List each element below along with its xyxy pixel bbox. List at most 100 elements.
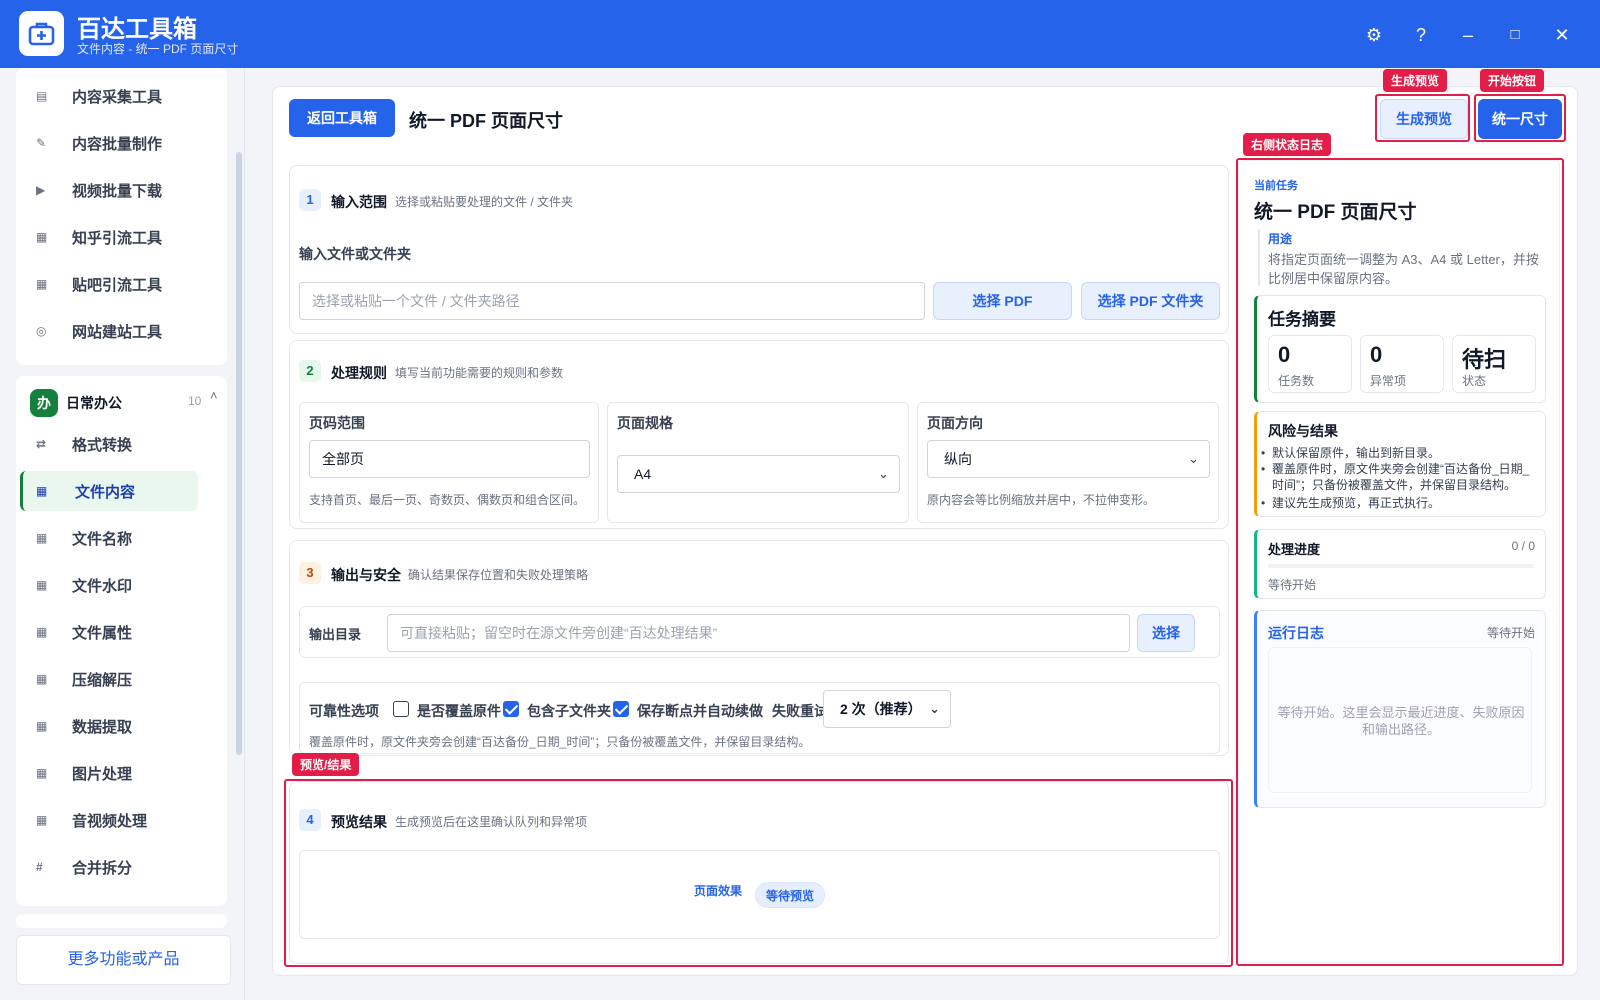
page-size-value: A4 [634,466,652,482]
section-number: 4 [299,809,321,831]
help-icon[interactable]: ? [1406,20,1436,50]
stat-value: 待扫 [1462,347,1507,372]
resume-label[interactable]: 保存断点并自动续做 [637,701,763,721]
risk-item: 覆盖原件时，原文件夹旁会创建“百达备份_日期_时间”；只备份被覆盖文件，并保留目… [1261,461,1532,493]
form-icon: ▤ [36,89,48,103]
back-to-toolbox-button[interactable]: 返回工具箱 [289,99,395,137]
sidebar-item-label: 内容批量制作 [72,135,163,153]
sidebar-item[interactable]: ▦ 文件水印 [20,565,198,605]
section-title: 输出与安全 [331,567,401,583]
risk-item: 建议先生成预览，再正式执行。 [1261,495,1532,511]
app-logo-icon [19,11,64,56]
stat-label: 异常项 [1370,374,1407,388]
grid-icon: ▦ [36,625,48,639]
retry-label: 失败重试 [772,703,828,719]
more-products-button[interactable]: 更多功能或产品 [16,935,231,985]
grid-icon: ▦ [36,531,48,545]
section-number: 1 [299,189,321,211]
page-title: 统一 PDF 页面尺寸 [409,111,564,131]
input-field-label: 输入文件或文件夹 [299,246,411,262]
progress-count: 0 / 0 [1511,539,1535,553]
stat-value: 0 [1370,342,1383,367]
sidebar-item[interactable]: ⇄ 格式转换 [20,424,198,464]
doc-icon: ▦ [36,230,48,244]
collapse-chevron-icon[interactable]: ˄ [210,388,218,403]
sidebar-scrollbar-thumb[interactable] [236,152,242,755]
sidebar-group-collapsed [16,914,227,928]
run-log-title: 运行日志 [1268,625,1324,641]
run-log-status: 等待开始 [1486,626,1535,640]
overwrite-label[interactable]: 是否覆盖原件 [417,701,501,721]
pencil-icon: ✎ [36,136,47,150]
generate-preview-button[interactable]: 生成预览 [1380,99,1468,139]
select-pdf-button[interactable]: 选择 PDF [933,282,1072,320]
sidebar-item[interactable]: ▦ 知乎引流工具 [20,217,198,257]
settings-gear-icon[interactable]: ⚙ [1359,20,1389,50]
minimize-icon[interactable]: – [1453,20,1483,50]
risk-item: 默认保留原件，输出到新目录。 [1261,445,1532,461]
reliability-row: 可靠性选项 是否覆盖原件 包含子文件夹 保存断点并自动续做 失败重试 2 次（推… [299,682,1220,754]
app-title: 百达工具箱 [77,16,197,43]
globe-icon: ◎ [36,324,47,338]
annotation-tag-result: 预览/结果 [292,753,360,776]
output-dir-input[interactable]: 可直接粘贴；留空时在源文件旁创建“百达处理结果” [387,614,1130,652]
sidebar-item[interactable]: ◎ 网站建站工具 [20,311,198,351]
section-description: 确认结果保存位置和失败处理策略 [408,568,589,582]
sidebar-item[interactable]: ▦ 贴吧引流工具 [20,264,198,304]
usage-divider [1258,229,1260,286]
maximize-icon[interactable]: □ [1500,20,1530,50]
start-resize-button[interactable]: 统一尺寸 [1478,99,1562,139]
sidebar-item-label: 数据提取 [72,718,133,736]
annotation-tag-preview: 生成预览 [1383,69,1448,92]
orientation-select[interactable]: 纵向 ⌄ [927,440,1210,478]
sidebar-item-label: 文件水印 [72,577,133,595]
section-title: 输入范围 [331,194,387,210]
close-icon[interactable]: ✕ [1547,20,1577,50]
group-label[interactable]: 日常办公 [66,393,122,413]
output-dir-row: 输出目录 可直接粘贴；留空时在源文件旁创建“百达处理结果” 选择 [299,606,1220,658]
usage-label: 用途 [1268,232,1293,246]
sidebar-item[interactable]: ▦ 文件内容 [20,471,198,511]
sidebar-item[interactable]: ▦ 文件名称 [20,518,198,558]
app-subtitle: 文件内容 - 统一 PDF 页面尺寸 [77,42,239,56]
section-title: 预览结果 [331,814,387,830]
page-size-card: 页面规格 A4 ⌄ [607,402,909,523]
select-output-button[interactable]: 选择 [1137,614,1195,652]
section-description: 选择或粘贴要处理的文件 / 文件夹 [395,195,574,209]
preview-status-chip: 等待预览 [755,882,826,908]
grid-icon: ▦ [36,578,48,592]
progress-card: 处理进度 0 / 0 等待开始 [1254,529,1546,599]
resume-checkbox[interactable] [613,701,629,717]
sidebar-item-label: 内容采集工具 [72,88,163,106]
sidebar-item[interactable]: ▤ 内容采集工具 [20,76,198,116]
page-range-input[interactable]: 全部页 [309,440,590,478]
sidebar-item[interactable]: ▦ 音视频处理 [20,800,198,840]
sidebar-item-label: 压缩解压 [72,671,133,689]
grid-icon: ▦ [36,766,48,780]
include-subfolders-checkbox[interactable] [503,701,519,717]
orientation-card: 页面方向 纵向 ⌄ 原内容会等比例缩放并居中，不拉伸变形。 [917,402,1219,523]
sidebar-item[interactable]: ▦ 数据提取 [20,706,198,746]
sidebar-item[interactable]: ✎ 内容批量制作 [20,123,198,163]
include-subfolders-label[interactable]: 包含子文件夹 [527,701,611,721]
sidebar-item[interactable]: # 合并拆分 [20,847,198,887]
grid-icon: ▦ [36,813,48,827]
run-log-output[interactable]: 等待开始。这里会显示最近进度、失败原因和输出路径。 [1268,647,1532,793]
sidebar-item[interactable]: ▦ 压缩解压 [20,659,198,699]
section-number: 2 [299,360,321,382]
sidebar-item-label: 格式转换 [72,436,133,454]
sidebar-item[interactable]: ▦ 文件属性 [20,612,198,652]
group-count: 10 [188,394,202,408]
usage-text: 将指定页面统一调整为 A3、A4 或 Letter，并按比例居中保留原内容。 [1268,252,1539,286]
sidebar-item[interactable]: ▶ 视频批量下载 [20,170,198,210]
sidebar-item-label: 合并拆分 [72,859,133,877]
page-range-label: 页码范围 [309,415,365,431]
chevron-down-icon: ⌄ [878,466,889,481]
retry-select[interactable]: 2 次（推荐） ⌄ [823,690,951,728]
overwrite-checkbox[interactable] [393,701,409,717]
section-description: 填写当前功能需要的规则和参数 [395,366,564,380]
page-size-select[interactable]: A4 ⌄ [617,455,900,493]
input-path-field[interactable]: 选择或粘贴一个文件 / 文件夹路径 [299,282,925,320]
sidebar-item[interactable]: ▦ 图片处理 [20,753,198,793]
select-pdf-folder-button[interactable]: 选择 PDF 文件夹 [1081,282,1220,320]
